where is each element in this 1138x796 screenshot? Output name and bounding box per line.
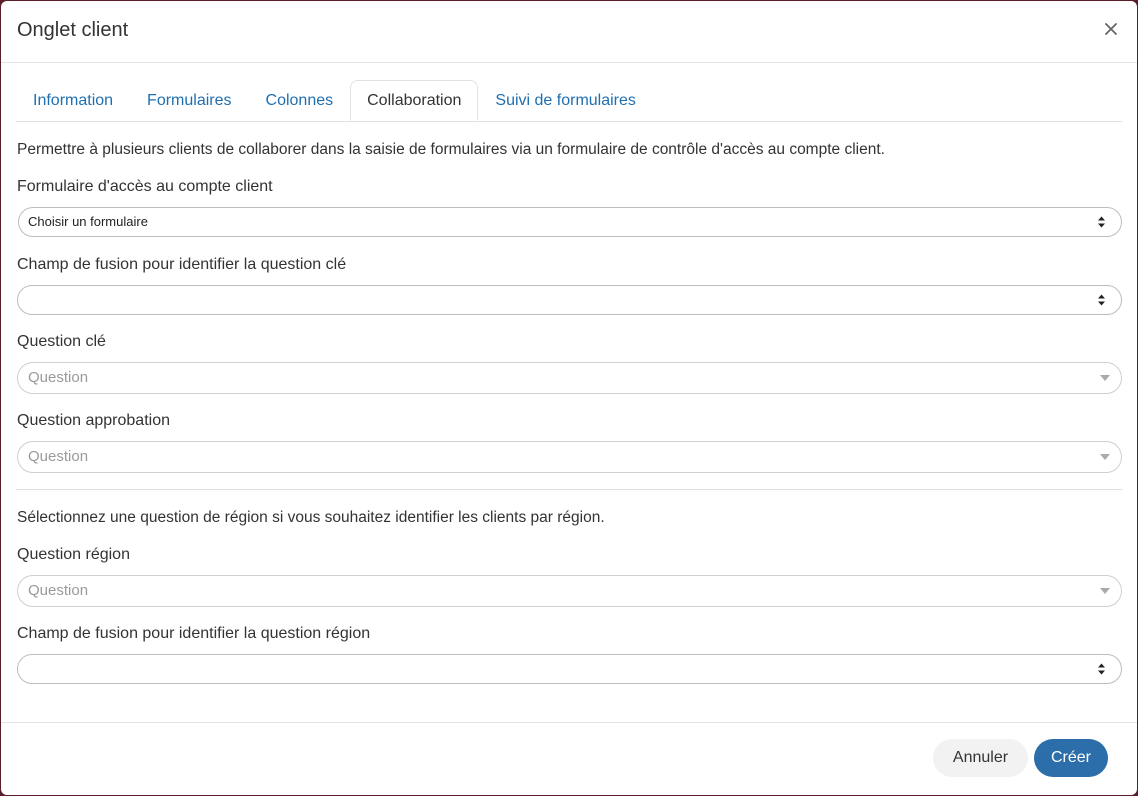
modal-title: Onglet client: [17, 19, 129, 41]
approval-question-label: Question approbation: [17, 412, 170, 429]
tab-colonnes[interactable]: Colonnes: [249, 80, 351, 121]
cancel-button[interactable]: Annuler: [933, 739, 1028, 777]
key-question-placeholder: Question: [28, 369, 89, 386]
merge-field-region-select[interactable]: [17, 654, 1122, 684]
merge-field-key-label: Champ de fusion pour identifier la quest…: [17, 256, 347, 273]
close-icon: [1105, 23, 1117, 35]
merge-field-region-label: Champ de fusion pour identifier la quest…: [17, 625, 371, 642]
select-updown-arrows-icon: [1098, 294, 1105, 306]
region-question-group: Question région Question: [16, 546, 1122, 607]
section-divider: [16, 489, 1122, 490]
access-form-select[interactable]: Choisir un formulaire: [18, 207, 1122, 237]
tab-information[interactable]: Information: [16, 80, 130, 121]
tab-suivi-de-formulaires[interactable]: Suivi de formulaires: [478, 80, 653, 121]
approval-question-select[interactable]: Question: [17, 441, 1122, 473]
modal-footer: Annuler Créer: [1, 722, 1137, 795]
caret-down-icon: [1100, 454, 1110, 460]
access-form-label: Formulaire d'accès au compte client: [17, 178, 273, 195]
collaboration-intro-text: Permettre à plusieurs clients de collabo…: [17, 141, 885, 158]
region-question-label: Question région: [17, 546, 130, 563]
tab-collaboration[interactable]: Collaboration: [350, 80, 479, 121]
approval-question-placeholder: Question: [28, 448, 89, 465]
select-updown-arrows-icon: [1098, 663, 1105, 675]
access-form-group: Formulaire d'accès au compte client Choi…: [16, 178, 1122, 237]
key-question-label: Question clé: [17, 333, 106, 350]
access-form-select-value: Choisir un formulaire: [28, 214, 148, 229]
key-question-select[interactable]: Question: [17, 362, 1122, 394]
tab-formulaires[interactable]: Formulaires: [130, 80, 248, 121]
modal-body: Information Formulaires Colonnes Collabo…: [1, 80, 1137, 684]
approval-question-group: Question approbation Question: [16, 412, 1122, 473]
modal-header: Onglet client: [1, 1, 1137, 63]
caret-down-icon: [1100, 588, 1110, 594]
create-button[interactable]: Créer: [1034, 739, 1108, 777]
merge-field-key-select[interactable]: [17, 285, 1122, 315]
region-question-placeholder: Question: [28, 582, 89, 599]
region-question-select[interactable]: Question: [17, 575, 1122, 607]
close-button[interactable]: [1099, 17, 1123, 41]
select-updown-arrows-icon: [1098, 216, 1105, 228]
caret-down-icon: [1100, 375, 1110, 381]
key-question-group: Question clé Question: [16, 333, 1122, 394]
client-tab-modal: Onglet client Information Formulaires Co…: [1, 1, 1137, 795]
merge-field-key-group: Champ de fusion pour identifier la quest…: [16, 256, 1122, 315]
region-intro-text: Sélectionnez une question de région si v…: [17, 509, 605, 526]
merge-field-region-group: Champ de fusion pour identifier la quest…: [16, 625, 1122, 684]
tab-bar: Information Formulaires Colonnes Collabo…: [16, 80, 1122, 122]
